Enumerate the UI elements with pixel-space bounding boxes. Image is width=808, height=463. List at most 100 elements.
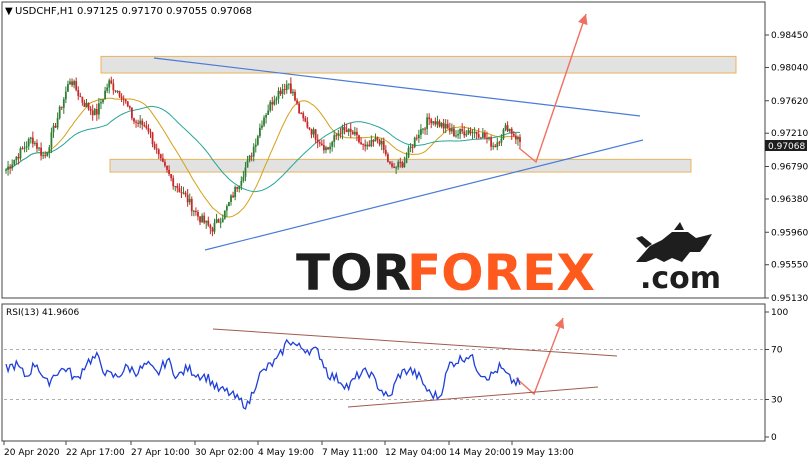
candle-body (7, 166, 9, 170)
candle-body (188, 198, 191, 203)
candle-body (438, 121, 441, 127)
candle-body (48, 147, 51, 153)
candle-body (124, 99, 127, 102)
candle-body (102, 99, 104, 103)
candle-body (492, 145, 495, 147)
candle-body (415, 137, 418, 139)
candle-body (23, 147, 26, 149)
candle-body (131, 107, 133, 119)
candle-body (259, 127, 261, 137)
logo-text-com: .com (640, 261, 721, 296)
candle-body (207, 220, 210, 226)
candle-body (246, 160, 249, 168)
candle-body (242, 176, 245, 181)
candle-body (508, 128, 511, 132)
candle-body (213, 222, 216, 232)
candle-body (201, 215, 204, 223)
candle-body (374, 137, 377, 142)
candle-body (461, 128, 464, 132)
candle-body (465, 133, 468, 136)
candle-body (190, 198, 193, 212)
candle-body (519, 137, 521, 143)
candle-body (38, 147, 40, 149)
candle-body (413, 137, 416, 148)
candle-body (318, 142, 321, 144)
candle-body (203, 215, 206, 223)
candle-body (236, 187, 239, 189)
candle-body (87, 102, 90, 109)
candle-body (5, 169, 7, 171)
candle-body (137, 122, 140, 124)
candle-body (314, 129, 317, 140)
candle-body (108, 80, 111, 88)
candle-body (44, 155, 47, 157)
candle-body (395, 167, 398, 169)
candle-body (337, 133, 340, 136)
candle-body (69, 81, 71, 85)
candle-body (265, 115, 267, 118)
candle-body (261, 125, 263, 128)
candle-body (496, 142, 499, 148)
price-tick-label: 0.96790 (771, 163, 808, 173)
candle-body (403, 162, 406, 168)
candle-body (380, 140, 383, 145)
candle-body (345, 129, 348, 133)
candle-body (40, 147, 42, 156)
time-tick-label: 19 May 13:00 (512, 448, 574, 458)
chart-header: ▼ USDCHF,H1 0.97125 0.97170 0.97055 0.97… (5, 6, 252, 17)
candle-body (168, 169, 170, 175)
candle-body (405, 157, 408, 163)
candle-body (228, 202, 230, 207)
candle-body (110, 80, 113, 84)
candle-body (322, 145, 325, 151)
candle-body (333, 135, 336, 142)
candle-body (292, 91, 294, 94)
candle-body (442, 122, 445, 129)
candle-body (273, 100, 276, 105)
time-tick-label: 7 May 11:00 (322, 448, 378, 458)
price-axis: 0.98450 0.98040 0.97620 0.97210 0.96790 0.963… (765, 31, 808, 304)
candle-body (335, 135, 338, 137)
candle-body (225, 206, 228, 211)
candle-body (135, 121, 137, 123)
candle-body (256, 136, 259, 145)
candle-body (232, 195, 234, 198)
candle-body (192, 210, 195, 212)
candle-body (308, 127, 311, 130)
candle-body (358, 135, 360, 143)
candle-body (473, 131, 476, 133)
candle-body (424, 128, 426, 130)
candle-body (366, 144, 369, 147)
rsi-axis: 100 70 30 0 (765, 308, 788, 443)
candle-body (166, 165, 168, 170)
candle-body (93, 109, 96, 116)
candle-body (159, 154, 162, 159)
current-price-label: 0.97068 (768, 142, 805, 152)
candle-body (370, 140, 373, 147)
candle-body (143, 124, 146, 126)
candle-body (67, 84, 69, 92)
rsi-title: RSI(13) 41.9606 (6, 308, 79, 318)
candle-body (471, 132, 474, 134)
rsi-panel (1, 303, 766, 442)
candle-body (498, 142, 501, 144)
candle-body (320, 143, 323, 146)
candle-body (46, 152, 49, 156)
candle-body (178, 188, 181, 193)
candle-body (250, 155, 253, 157)
candle-body (502, 129, 505, 139)
candle-body (300, 112, 303, 114)
candle-body (29, 137, 32, 139)
candle-body (304, 118, 307, 122)
candle-body (157, 149, 160, 155)
candle-body (407, 148, 410, 158)
candle-body (199, 216, 201, 223)
candle-body (50, 132, 53, 148)
candle-body (325, 147, 327, 151)
candle-body (21, 148, 24, 150)
candle-body (384, 150, 387, 155)
candle-body (506, 125, 509, 132)
candle-body (494, 145, 497, 148)
candle-body (417, 134, 420, 139)
candle-body (71, 81, 73, 86)
